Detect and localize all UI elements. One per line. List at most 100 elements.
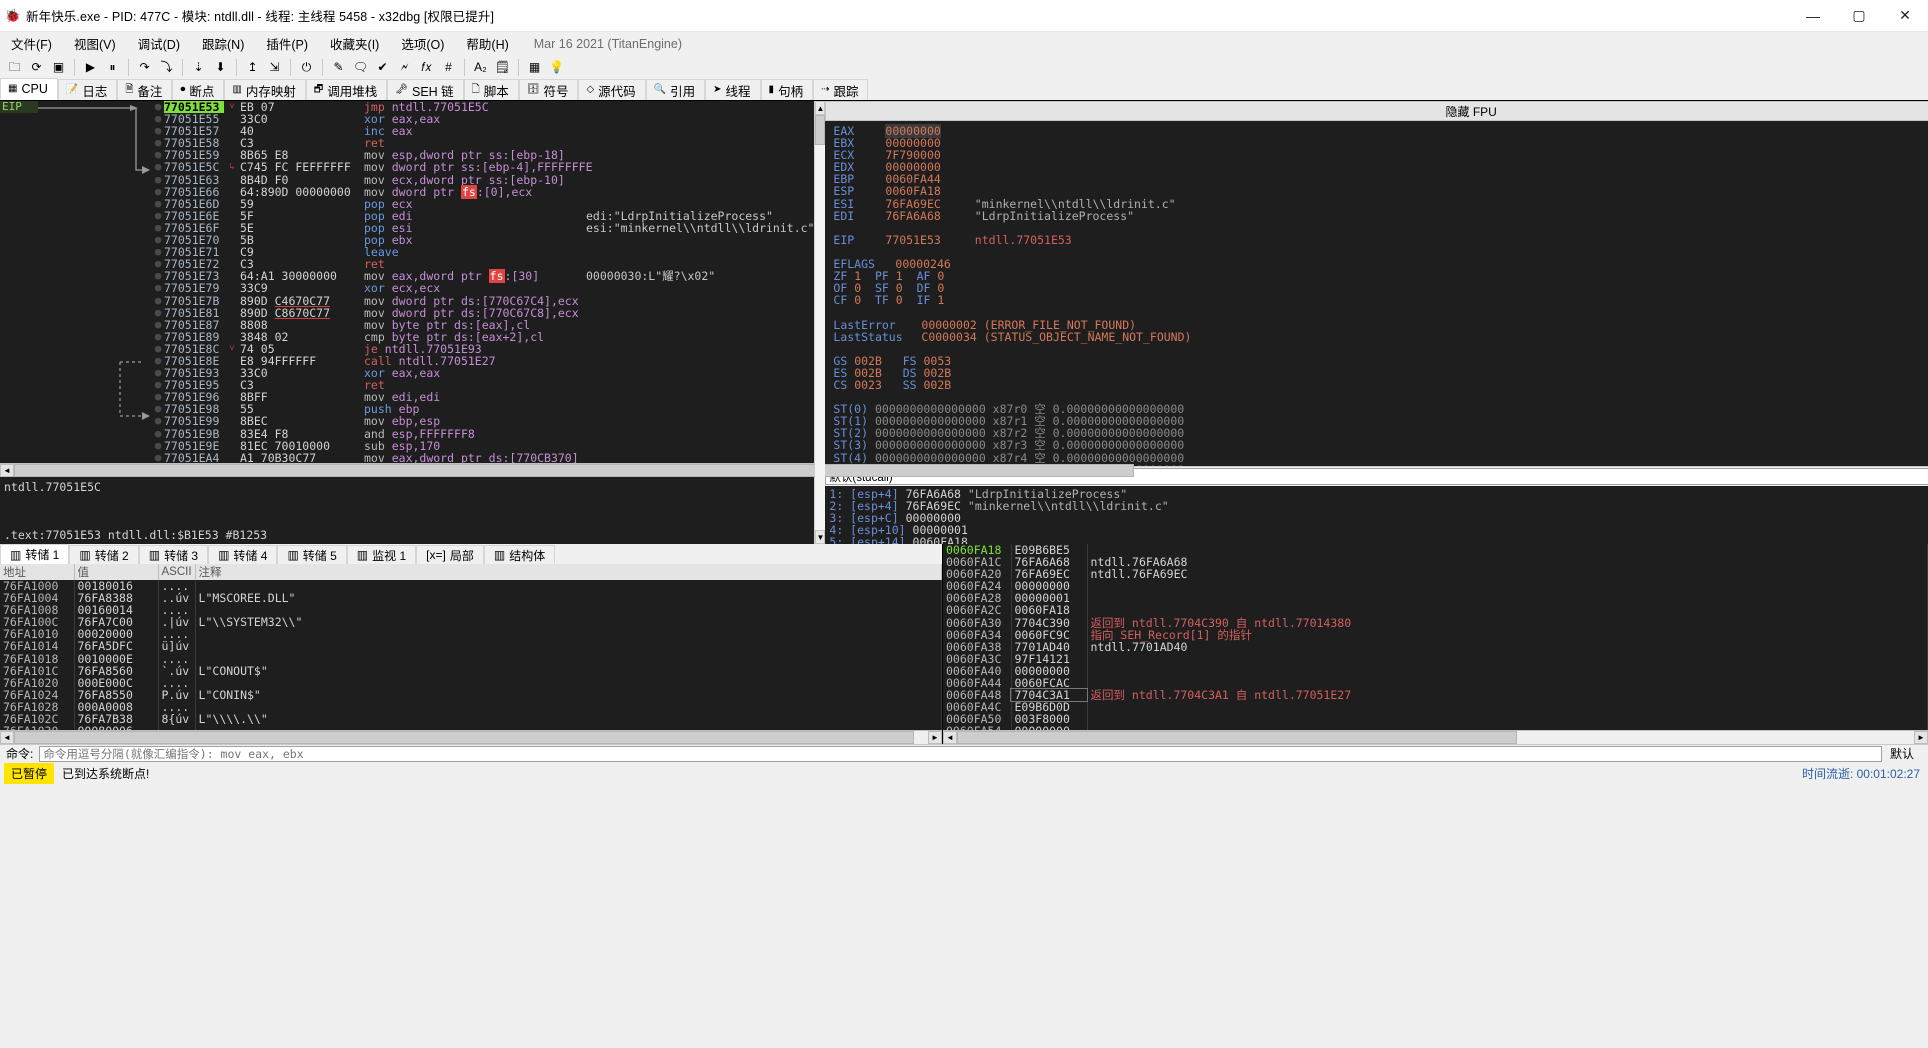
menu-favourites[interactable]: 收藏夹(I) bbox=[319, 32, 390, 55]
checkmark-icon[interactable]: ✔ bbox=[372, 57, 393, 77]
tab-handles[interactable]: ▮ 句柄 bbox=[760, 79, 814, 100]
breakpoint-dot-icon[interactable]: ● bbox=[152, 318, 164, 331]
dump-hscroll-left-arrow[interactable]: ◄ bbox=[0, 731, 14, 744]
stack-table[interactable]: 0060FA18 E09B6BE5 0060FA1C 76FA6A68 ntdll.76… bbox=[943, 544, 1928, 730]
segment-row[interactable]: ES 002B DS 002B bbox=[833, 367, 1928, 379]
breakpoint-dot-icon[interactable]: ● bbox=[152, 173, 164, 186]
tab-notes[interactable]: 🗎 备注 bbox=[117, 79, 173, 100]
tab-log[interactable]: 📝 日志 bbox=[57, 79, 118, 100]
menu-view[interactable]: 视图(V) bbox=[63, 32, 127, 55]
dump-column-header[interactable]: 地址 bbox=[0, 564, 75, 580]
tab-trace[interactable]: ⇢ 跟踪 bbox=[813, 79, 869, 100]
dump-tab-6[interactable]: ▥ 监视 1 bbox=[346, 545, 417, 564]
stack-row[interactable]: 0060FA38 7701AD40 ntdll.7701AD40 bbox=[943, 641, 1928, 653]
stack-row[interactable]: 0060FA4C E09B6D0D bbox=[943, 701, 1928, 713]
dump-column-header[interactable]: ASCII bbox=[158, 564, 196, 580]
breakpoint-dot-icon[interactable]: ● bbox=[152, 294, 164, 307]
dump-hscrollbar[interactable]: ◄ ► bbox=[0, 730, 942, 744]
dump-row[interactable]: 76FA1004 76FA8388 ..úv L"MSCOREE.DLL" bbox=[0, 592, 942, 604]
hscroll-thumb[interactable] bbox=[14, 464, 1134, 477]
function-icon[interactable]: 𝑓𝑥 bbox=[416, 57, 437, 77]
register-ecx[interactable]: ECX 7F790000 bbox=[833, 149, 1928, 161]
vscroll-down-arrow[interactable]: ▼ bbox=[815, 530, 826, 544]
breakpoint-dot-icon[interactable]: ● bbox=[152, 415, 164, 427]
register-spacer-2[interactable] bbox=[833, 246, 1928, 258]
stack-row[interactable]: 0060FA40 00000000 bbox=[943, 665, 1928, 677]
hash-icon[interactable]: # bbox=[438, 57, 459, 77]
stack-hscrollbar[interactable]: ◄ ► bbox=[943, 730, 1928, 744]
tab-cpu[interactable]: ▦ CPU bbox=[0, 78, 58, 100]
disassembly-row[interactable]: ● 77051E70 5B pop ebx bbox=[0, 233, 814, 246]
breakpoint-dot-icon[interactable]: ● bbox=[152, 451, 164, 463]
restart-icon[interactable]: ⟳ bbox=[26, 57, 47, 77]
breakpoint-icon[interactable]: ⏻ bbox=[296, 57, 317, 77]
dump-tab-1[interactable]: ▥ 转储 1 bbox=[0, 544, 70, 564]
dump-tab-5[interactable]: ▥ 转储 5 bbox=[277, 545, 347, 564]
stack-hscroll-track[interactable] bbox=[957, 731, 1914, 744]
disassembly-row[interactable]: ● 77051E71 C9 leave bbox=[0, 246, 814, 259]
dump-hscroll-track[interactable] bbox=[14, 731, 928, 744]
stack-row[interactable]: 0060FA50 003F8000 bbox=[943, 713, 1928, 725]
run-icon[interactable]: ▶ bbox=[80, 57, 101, 77]
hscroll-track[interactable] bbox=[14, 464, 1134, 477]
tab-breakpoint[interactable]: ⏺ 断点 bbox=[172, 79, 225, 100]
arguments-panel[interactable]: 1: [esp+4] 76FA6A68 "LdrpInitializeProce… bbox=[825, 486, 1928, 544]
dump-tab-2[interactable]: ▥ 转储 2 bbox=[69, 545, 139, 564]
breakpoint-dot-icon[interactable]: ● bbox=[152, 161, 164, 173]
tab-script[interactable]: 🗋 脚本 bbox=[463, 79, 519, 100]
register-eip[interactable]: EIP 77051E53 ntdll.77051E53 bbox=[833, 234, 1928, 246]
vscroll-track[interactable] bbox=[815, 115, 826, 530]
tab-call-stack[interactable]: 🗗 调用堆栈 bbox=[305, 79, 388, 100]
maximize-button[interactable]: ▢ bbox=[1836, 0, 1882, 32]
stack-row[interactable]: 0060FA48 7704C3A1 返回到 ntdll.7704C3A1 自 ntd… bbox=[943, 688, 1928, 703]
segment-row[interactable]: GS 002B FS 0053 bbox=[833, 355, 1928, 367]
disassembly-list[interactable]: EIP ● 77051E53 ˅ EB 07 jmp ntdll.77051E5C ● 77… bbox=[0, 101, 814, 463]
stack-row[interactable]: 0060FA3C 97F14121 bbox=[943, 653, 1928, 665]
step-out-icon[interactable]: ⇣ bbox=[188, 57, 209, 77]
command-input[interactable] bbox=[39, 745, 1882, 762]
tab-memory-map[interactable]: ▥ 内存映射 bbox=[224, 79, 306, 100]
tab-seh[interactable]: 🗝 SEH 链 bbox=[387, 79, 464, 100]
dump-table[interactable]: 地址值 ASCII 注释 76FA1000 00180016.... 76FA1004 7… bbox=[0, 564, 942, 730]
dump-row[interactable]: 76FA101C 76FA8560 `.úv L"CONOUT$" bbox=[0, 665, 942, 677]
stack-row[interactable]: 0060FA20 76FA69EC ntdll.76FA69EC bbox=[943, 568, 1928, 580]
vscroll-thumb[interactable] bbox=[815, 115, 826, 145]
register-spacer-4[interactable] bbox=[833, 343, 1928, 355]
register-edi[interactable]: EDI 76FA6A68 "LdrpInitializeProcess" bbox=[833, 210, 1928, 222]
close-icon[interactable]: ▣ bbox=[48, 57, 69, 77]
dump-hscroll-thumb[interactable] bbox=[14, 731, 914, 744]
register-ebx[interactable]: EBX 00000000 bbox=[833, 137, 1928, 149]
menu-plugins[interactable]: 插件(P) bbox=[255, 32, 319, 55]
memory-icon[interactable]: ▦ bbox=[524, 57, 545, 77]
stack-row[interactable]: 0060FA34 0060FC9C 指向 SEH_Record[1] 的指针 bbox=[943, 629, 1928, 641]
menu-trace[interactable]: 跟踪(N) bbox=[191, 32, 255, 55]
dump-row[interactable]: 76FA1010 00020000.... bbox=[0, 628, 942, 640]
dump-tab-4[interactable]: ▥ 转储 4 bbox=[208, 545, 278, 564]
dump-row[interactable]: 76FA1024 76FA8550 P.úv L"CONIN$" bbox=[0, 689, 942, 701]
disassembly-row[interactable]: ● 77051EA4 A1 70B30C77 mov eax,dword ptr ds… bbox=[0, 451, 814, 463]
dump-tab-7[interactable]: [x=] 局部 bbox=[416, 545, 484, 564]
stack-row[interactable]: 0060FA24 00000000 bbox=[943, 580, 1928, 592]
stack-row[interactable]: 0060FA28 00000001 bbox=[943, 592, 1928, 604]
flag-row[interactable]: CF 0 TF 0 IF 1 bbox=[833, 294, 1928, 306]
dump-row[interactable]: 76FA1028 000A0008.... bbox=[0, 701, 942, 713]
dump-row[interactable]: 76FA1008 00160014.... bbox=[0, 604, 942, 616]
skip-instruction-icon[interactable]: ⇲ bbox=[264, 57, 285, 77]
registers-list[interactable]: EAX 00000000 EBX 00000000 ECX 7F790000 EDX 0000… bbox=[825, 121, 1928, 466]
stack-hscroll-thumb[interactable] bbox=[957, 731, 1517, 744]
step-into-icon[interactable]: ↷ bbox=[134, 57, 155, 77]
menu-options[interactable]: 选项(O) bbox=[390, 32, 455, 55]
breakpoint-dot-icon[interactable]: ● bbox=[152, 282, 164, 294]
dump-row[interactable]: 76FA100C 76FA7C00 .|úv L"\\SYSTEM32\\" bbox=[0, 616, 942, 628]
dump-tab-8[interactable]: ▥ 结构体 bbox=[483, 545, 556, 564]
run-to-return-icon[interactable]: ⬇ bbox=[210, 57, 231, 77]
tab-references[interactable]: 🔍 引用 bbox=[645, 79, 706, 100]
register-eax[interactable]: EAX 00000000 bbox=[833, 124, 1928, 138]
stack-body[interactable]: 0060FA18 E09B6BE5 0060FA1C 76FA6A68 ntdll.76… bbox=[943, 544, 1928, 730]
dump-row[interactable]: 76FA1020 000E000C.... bbox=[0, 677, 942, 689]
menu-help[interactable]: 帮助(H) bbox=[455, 32, 519, 55]
run-to-cursor-icon[interactable]: ↥ bbox=[242, 57, 263, 77]
disassembly-row[interactable]: ● 77051E57 40 inc eax bbox=[0, 125, 814, 138]
hint-icon[interactable]: 💡 bbox=[546, 57, 567, 77]
register-ebp[interactable]: EBP 0060FA44 bbox=[833, 173, 1928, 185]
